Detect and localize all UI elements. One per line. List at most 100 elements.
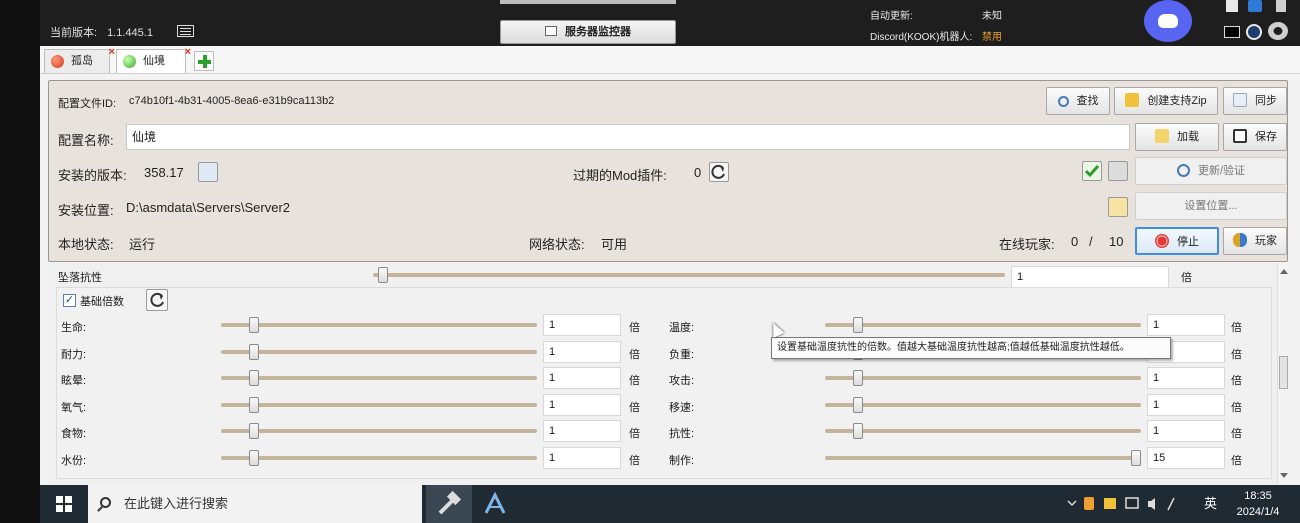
right-row-label: 负重:: [669, 348, 695, 361]
version-value: 1.1.445.1: [107, 27, 153, 39]
refresh-icon[interactable]: [709, 162, 729, 182]
taskbar-app-ark[interactable]: [472, 485, 518, 523]
sync-button[interactable]: 同步: [1223, 87, 1287, 115]
set-location-button[interactable]: 设置位置...: [1135, 192, 1287, 220]
close-tab-icon[interactable]: ×: [185, 47, 191, 58]
right-row-slider-thumb[interactable]: [853, 370, 863, 387]
left-row-label: 水份:: [61, 455, 87, 467]
magnifier-icon: [1057, 96, 1069, 107]
right-row-slider-thumb[interactable]: [853, 423, 863, 440]
right-row-value-input[interactable]: 1: [1147, 393, 1225, 416]
left-row-value-input[interactable]: 1: [543, 447, 621, 469]
steam-icon[interactable]: [1246, 24, 1262, 40]
left-row-unit: 倍: [629, 455, 640, 467]
right-row-slider-thumb[interactable]: [853, 396, 863, 413]
config-name-input[interactable]: 仙境: [126, 124, 1130, 150]
installed-version-label: 安装的版本:: [58, 168, 127, 183]
tab-label: 仙境: [143, 55, 165, 67]
right-row-slider-thumb[interactable]: [853, 317, 863, 333]
checkmark-icon[interactable]: [1082, 161, 1102, 181]
load-icon: [1155, 129, 1169, 143]
discord-icon[interactable]: [1144, 0, 1192, 42]
taskbar-search-placeholder: 在此键入进行搜索: [124, 496, 229, 511]
left-row-label: 眩晕:: [61, 375, 87, 388]
info-icon[interactable]: [1276, 0, 1286, 12]
left-row-slider-track[interactable]: [221, 376, 537, 381]
document-icon[interactable]: [1226, 0, 1238, 12]
ime-indicator[interactable]: 英: [1204, 485, 1217, 523]
left-row-slider-track[interactable]: [221, 402, 537, 407]
players-button[interactable]: 玩家: [1223, 227, 1287, 255]
settings-gears-icon[interactable]: [1268, 22, 1288, 40]
right-row-value-input[interactable]: 1: [1147, 367, 1225, 390]
tab-profile-1[interactable]: 孤岛 ×: [44, 47, 115, 73]
list-icon[interactable]: [177, 25, 194, 37]
taskbar-search-input[interactable]: 在此键入进行搜索: [88, 485, 422, 523]
server-monitor-label: 服务器监控器: [565, 26, 631, 38]
base-multiplier-checkbox[interactable]: ✓: [63, 294, 76, 307]
fall-resist-input[interactable]: 1: [1011, 266, 1169, 288]
right-row-slider-track[interactable]: [825, 456, 1141, 460]
left-row-value-input[interactable]: 1: [543, 367, 621, 390]
scroll-handle[interactable]: [1279, 356, 1288, 389]
scroll-down-icon[interactable]: [1280, 473, 1288, 478]
right-row-label: 攻击:: [669, 375, 695, 388]
add-tab-icon[interactable]: [194, 51, 214, 71]
close-tab-icon[interactable]: ×: [109, 47, 115, 58]
tab-profile-2[interactable]: 仙境 ×: [116, 47, 191, 73]
server-monitor-button[interactable]: 服务器监控器: [500, 20, 676, 44]
monitor-icon: [545, 26, 557, 36]
left-row-unit: 倍: [629, 401, 640, 414]
scroll-up-icon[interactable]: [1280, 269, 1288, 274]
online-players-label: 在线玩家:: [999, 237, 1055, 252]
reset-icon[interactable]: [146, 289, 168, 311]
find-button[interactable]: 查找: [1046, 87, 1110, 115]
save-button[interactable]: 保存: [1223, 123, 1287, 151]
settings-scrollbar[interactable]: [1277, 263, 1288, 485]
puzzle-icon[interactable]: [1248, 0, 1262, 12]
fall-resist-slider-track[interactable]: [373, 273, 1005, 277]
console-icon[interactable]: [1224, 26, 1240, 38]
version-history-icon[interactable]: [198, 162, 218, 182]
online-players-max: 10: [1109, 234, 1124, 249]
load-button[interactable]: 加载: [1135, 123, 1219, 151]
taskbar-app-server-manager[interactable]: [426, 485, 472, 523]
right-row-slider-thumb[interactable]: [1131, 450, 1141, 466]
left-row-slider-track[interactable]: [221, 456, 537, 460]
players-button-label: 玩家: [1255, 235, 1277, 247]
left-row-value-input[interactable]: 1: [543, 393, 621, 416]
left-row-value-input[interactable]: 1: [543, 340, 621, 363]
fall-resist-slider-thumb[interactable]: [378, 267, 388, 283]
left-row-unit: 倍: [629, 375, 640, 388]
windows-start-icon[interactable]: [56, 496, 72, 512]
left-row-slider-thumb[interactable]: [249, 450, 259, 466]
stop-button[interactable]: 停止: [1135, 227, 1219, 255]
right-row-value-input[interactable]: 15: [1147, 447, 1225, 469]
update-verify-button[interactable]: 更新/验证: [1135, 157, 1287, 185]
taskbar: 在此键入进行搜索 英 18:35 2024/1/4: [40, 485, 1300, 523]
create-zip-button[interactable]: 创建支持Zip: [1114, 87, 1218, 115]
left-row-slider-thumb[interactable]: [249, 317, 259, 333]
left-row-slider-thumb[interactable]: [249, 343, 259, 360]
right-row-slider-track[interactable]: [825, 323, 1141, 327]
right-row-slider-track[interactable]: [825, 402, 1141, 407]
left-row-value-input[interactable]: 1: [543, 420, 621, 443]
left-row-value-input[interactable]: 1: [543, 314, 621, 336]
local-status-value: 运行: [129, 237, 156, 252]
left-row-slider-track[interactable]: [221, 323, 537, 327]
left-row-label: 氧气:: [61, 401, 87, 414]
taskbar-clock[interactable]: 18:35 2024/1/4: [1228, 488, 1288, 520]
stop-button-label: 停止: [1177, 236, 1199, 248]
right-row-value-input[interactable]: 1: [1147, 420, 1225, 443]
right-row-value-input[interactable]: 1: [1147, 314, 1225, 336]
left-row-slider-thumb[interactable]: [249, 370, 259, 387]
right-row-slider-track[interactable]: [825, 376, 1141, 381]
left-row-slider-track[interactable]: [221, 349, 537, 354]
left-row-slider-track[interactable]: [221, 429, 537, 434]
right-row-slider-track[interactable]: [825, 429, 1141, 434]
left-row-slider-thumb[interactable]: [249, 423, 259, 440]
folder-icon[interactable]: [1108, 197, 1128, 217]
right-row-unit: 倍: [1231, 322, 1242, 334]
left-row-slider-thumb[interactable]: [249, 396, 259, 413]
calendar-icon[interactable]: [1108, 161, 1128, 181]
